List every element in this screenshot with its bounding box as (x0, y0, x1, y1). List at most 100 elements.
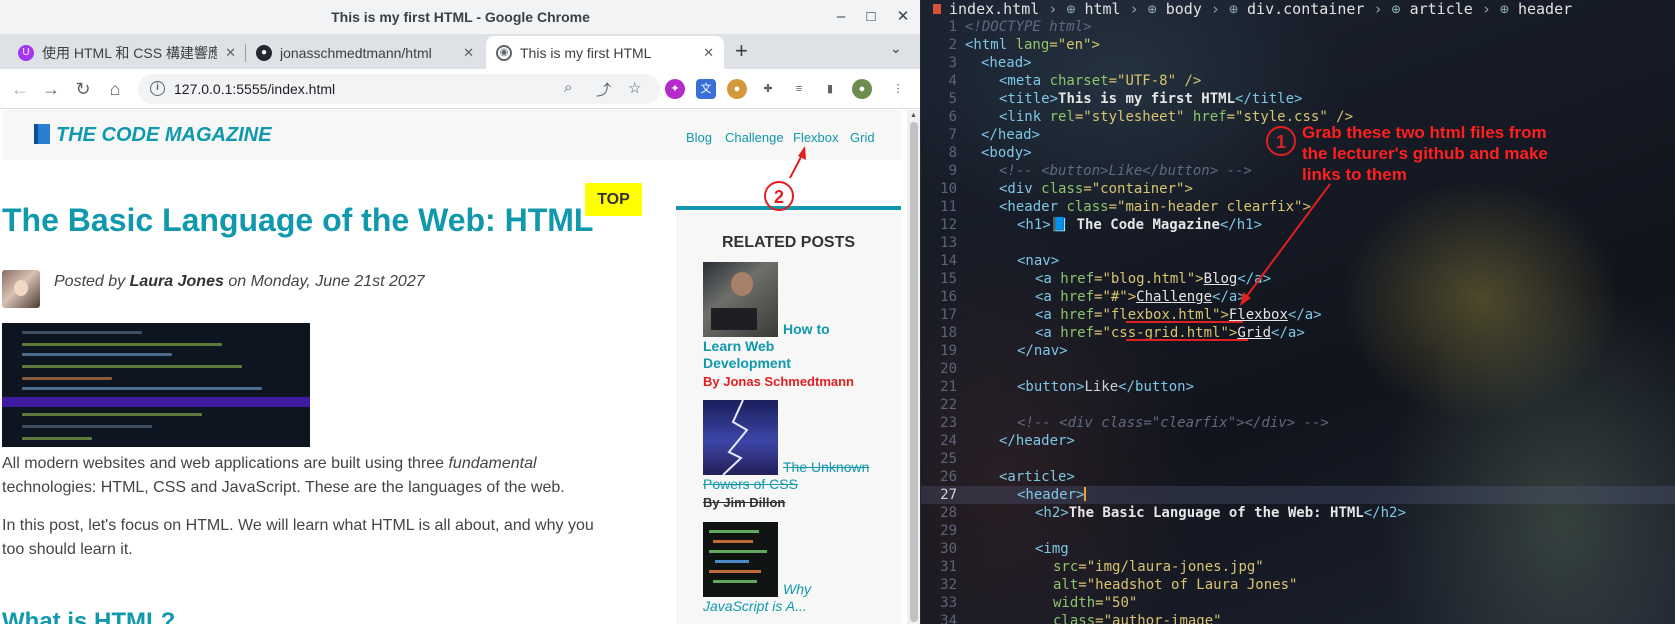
related-post-thumbnail[interactable] (703, 522, 778, 597)
code-line[interactable]: 20 (921, 360, 1675, 378)
code-line[interactable]: 12 <h1>📘 The Code Magazine</h1> (921, 216, 1675, 234)
code-line[interactable]: 32 alt="headshot of Laura Jones" (921, 576, 1675, 594)
tab-close-icon[interactable]: ✕ (703, 45, 714, 61)
code-line[interactable]: 5 <title>This is my first HTML</title> (921, 90, 1675, 108)
forward-icon[interactable]: → (39, 77, 63, 101)
code-line[interactable]: 9 <!-- <button>Like</button> --> (921, 162, 1675, 180)
related-post-title[interactable]: The Unknown (783, 459, 893, 476)
side-panel-icon[interactable]: ▮ (820, 79, 840, 99)
code-line[interactable]: 23 <!-- <div class="clearfix"></div> --> (921, 414, 1675, 432)
breadcrumb-article[interactable]: article (1410, 0, 1473, 18)
code-line[interactable]: 16 <a href="#">Challenge</a> (921, 288, 1675, 306)
breadcrumb-body[interactable]: body (1166, 0, 1202, 18)
nav-link-blog[interactable]: Blog (686, 130, 712, 145)
bookmark-star-icon[interactable]: ☆ (628, 79, 641, 97)
code-text: ="50" (1095, 595, 1138, 611)
code-line[interactable]: 13 (921, 234, 1675, 252)
code-text: <link (999, 109, 1050, 125)
code-line[interactable]: 22 (921, 396, 1675, 414)
nav-link-grid[interactable]: Grid (850, 130, 875, 145)
maximize-icon[interactable]: □ (860, 6, 882, 28)
extensions-puzzle-icon[interactable]: ✚ (758, 79, 778, 99)
code-line[interactable]: 7 </head> (921, 126, 1675, 144)
tab-github[interactable]: ● jonasschmedtmann/html ✕ (246, 36, 484, 69)
code-line[interactable]: 26 <article> (921, 468, 1675, 486)
zoom-icon[interactable]: ⌕ (564, 79, 572, 96)
code-line[interactable]: 25 (921, 450, 1675, 468)
reload-icon[interactable]: ↻ (71, 77, 95, 101)
url-text[interactable]: 127.0.0.1:5555/index.html (174, 81, 335, 97)
code-line[interactable]: 21 <button>Like</button> (921, 378, 1675, 396)
code-line[interactable]: 19 </nav> (921, 342, 1675, 360)
code-line[interactable]: 2 <html lang="en"> (921, 36, 1675, 54)
menu-kebab-icon[interactable]: ⋮ (888, 79, 908, 99)
line-number: 9 (948, 163, 957, 179)
related-post-title-line3[interactable]: Development (703, 355, 893, 372)
new-tab-icon[interactable]: + (735, 38, 748, 64)
cookie-icon[interactable]: ● (727, 79, 747, 99)
code-text: <a (1035, 307, 1061, 323)
code-line[interactable]: 24 </header> (921, 432, 1675, 450)
breadcrumb-header[interactable]: header (1518, 0, 1572, 18)
code-line[interactable]: 8 <body> (921, 144, 1675, 162)
like-button[interactable]: TOP (585, 183, 642, 216)
code-line[interactable]: 14 <nav> (921, 252, 1675, 270)
back-icon[interactable]: ← (8, 77, 32, 101)
code-line[interactable]: 10 <div class="container"> (921, 180, 1675, 198)
related-posts-aside: Related Posts How to Learn Web Developme… (676, 206, 901, 624)
code-text: Blog (1203, 271, 1238, 287)
profile-avatar[interactable]: ● (852, 79, 872, 99)
code-line[interactable]: 34 class="author-image" (921, 612, 1675, 624)
scroll-up-icon[interactable]: ▲ (910, 112, 917, 119)
related-post-title-line2[interactable]: JavaScript is A... (703, 598, 893, 615)
close-window-icon[interactable]: ✕ (892, 6, 914, 28)
tab-udemy[interactable]: U 使用 HTML 和 CSS 構建響應式 ✕ (8, 36, 246, 69)
minimize-icon[interactable]: – (830, 6, 852, 28)
translate-icon[interactable]: 文 (696, 79, 716, 99)
code-line[interactable]: 1 <!DOCTYPE html> (921, 18, 1675, 36)
tab-close-icon[interactable]: ✕ (225, 45, 236, 61)
page-scrollbar[interactable]: ▲ (907, 110, 920, 624)
related-post-title[interactable]: How to (783, 321, 893, 338)
breadcrumb-file[interactable]: index.html (949, 0, 1039, 18)
code-line[interactable]: 29 (921, 522, 1675, 540)
code-line[interactable]: 4 <meta charset="UTF-8" /> (921, 72, 1675, 90)
code-line[interactable]: 31 src="img/laura-jones.jpg" (921, 558, 1675, 576)
nav-link-flexbox[interactable]: Flexbox (793, 130, 839, 145)
code-line-current[interactable]: 27 <header> (921, 486, 1675, 504)
related-post-thumbnail[interactable] (703, 400, 778, 475)
breadcrumb-html[interactable]: html (1084, 0, 1120, 18)
related-post-thumbnail[interactable] (703, 262, 778, 337)
code-line[interactable]: 6 <link rel="stylesheet" href="style.css"… (921, 108, 1675, 126)
home-icon[interactable]: ⌂ (103, 77, 127, 101)
tab-active-page[interactable]: ◉ This is my first HTML ✕ (486, 36, 724, 69)
browser-toolbar: ← → ↻ ⌂ i 127.0.0.1:5555/index.html ⌕ ⤴ … (0, 69, 920, 109)
code-line-deco (715, 560, 749, 563)
address-bar[interactable]: i 127.0.0.1:5555/index.html ⌕ ⤴ ☆ (138, 74, 660, 104)
related-post-title[interactable]: Why (783, 581, 893, 598)
code-text: </head> (981, 127, 1041, 143)
site-info-icon[interactable]: i (150, 81, 165, 96)
code-line[interactable]: 3 <head> (921, 54, 1675, 72)
code-line[interactable]: 17 <a href="flexbox.html">Flexbox</a> (921, 306, 1675, 324)
code-line[interactable]: 18 <a href="css-grid.html">Grid</a> (921, 324, 1675, 342)
breadcrumb-container[interactable]: div.container (1247, 0, 1364, 18)
reading-list-icon[interactable]: ≡ (789, 79, 809, 99)
scrollbar-thumb[interactable] (910, 122, 918, 622)
laptop-deco (711, 308, 757, 330)
nav-link-challenge[interactable]: Challenge (725, 130, 784, 145)
code-line[interactable]: 28 <h2>The Basic Language of the Web: HTM… (921, 504, 1675, 522)
code-line[interactable]: 15 <a href="blog.html">Blog</a> (921, 270, 1675, 288)
code-line[interactable]: 33 width="50" (921, 594, 1675, 612)
author-name: Laura Jones (129, 273, 224, 290)
code-line[interactable]: 11 <header class="main-header clearfix"> (921, 198, 1675, 216)
share-icon[interactable]: ⤴ (596, 79, 611, 100)
code-text: href (1060, 307, 1095, 323)
related-post-title-line2[interactable]: Learn Web (703, 338, 893, 355)
related-post-title-line2[interactable]: Powers of CSS (703, 476, 893, 493)
related-post-title-wrap: Why (783, 581, 893, 598)
code-line[interactable]: 30 <img (921, 540, 1675, 558)
tab-close-icon[interactable]: ✕ (463, 45, 474, 61)
tab-search-icon[interactable]: ⌄ (890, 40, 902, 57)
extension-icon[interactable]: ✦ (665, 79, 685, 99)
